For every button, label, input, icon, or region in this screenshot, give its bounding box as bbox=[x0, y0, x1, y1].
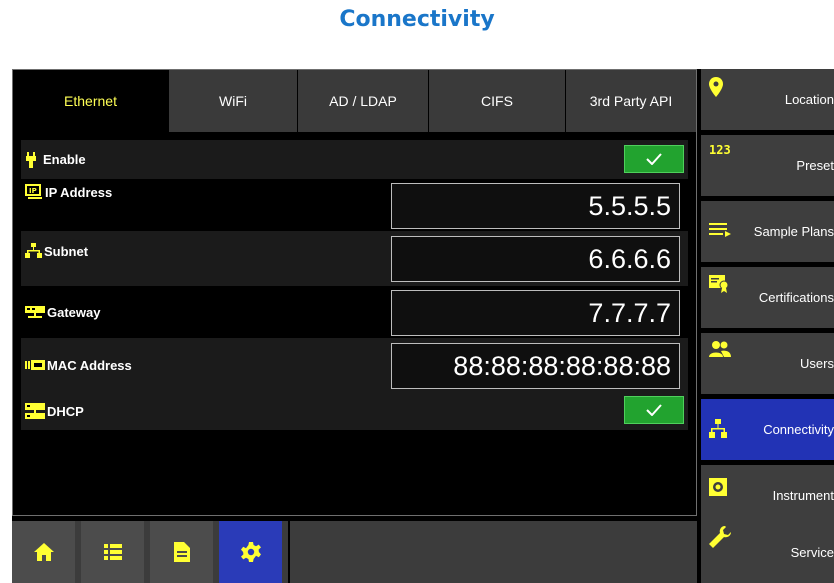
list-icon bbox=[103, 544, 122, 560]
sidebar-item-instrument[interactable]: Instrument bbox=[701, 465, 834, 526]
gateway-row: Gateway 7.7.7.7 bbox=[21, 286, 688, 338]
subnet-row: Subnet 6.6.6.6 bbox=[21, 231, 688, 286]
sidebar-item-sample-plans[interactable]: Sample Plans bbox=[701, 201, 834, 262]
tab-bar: Ethernet WiFi AD / LDAP CIFS 3rd Party A… bbox=[13, 70, 696, 132]
users-icon bbox=[709, 341, 731, 357]
enable-label: Enable bbox=[25, 140, 86, 179]
sidebar-item-label: Service bbox=[790, 545, 834, 560]
checkmark-icon bbox=[646, 404, 662, 416]
subnet-field[interactable]: 6.6.6.6 bbox=[391, 236, 680, 282]
settings-button[interactable] bbox=[219, 521, 282, 583]
gateway-label: Gateway bbox=[25, 286, 100, 338]
ip-icon: IP bbox=[25, 184, 43, 200]
sidebar-item-users[interactable]: Users bbox=[701, 333, 834, 394]
sidebar-item-connectivity[interactable]: Connectivity bbox=[701, 399, 834, 460]
sidebar-item-label: Sample Plans bbox=[753, 224, 834, 239]
home-button[interactable] bbox=[12, 521, 75, 583]
checkmark-icon bbox=[646, 153, 662, 165]
sidebar-item-label: Preset bbox=[796, 158, 834, 173]
tab-ethernet[interactable]: Ethernet bbox=[13, 70, 168, 132]
instrument-icon bbox=[709, 478, 727, 496]
subnet-label: Subnet bbox=[25, 231, 88, 271]
sidebar-item-preset[interactable]: 123 Preset bbox=[701, 135, 834, 196]
dhcp-row: DHCP bbox=[21, 392, 688, 430]
gateway-icon bbox=[25, 305, 45, 319]
sidebar-item-service[interactable]: Service bbox=[701, 522, 834, 583]
123-icon: 123 bbox=[709, 143, 731, 157]
mac-address-row: MAC Address 88:88:88:88:88:88 bbox=[21, 338, 688, 392]
tab-cifs[interactable]: CIFS bbox=[428, 70, 565, 132]
ip-address-field[interactable]: 5.5.5.5 bbox=[391, 183, 680, 229]
sidebar-item-label: Users bbox=[800, 356, 834, 371]
tab-3rd-party-api[interactable]: 3rd Party API bbox=[565, 70, 696, 132]
ip-address-row: IP IP Address 5.5.5.5 bbox=[21, 179, 688, 231]
dhcp-checkbox[interactable] bbox=[624, 396, 684, 424]
document-button[interactable] bbox=[150, 521, 213, 583]
mac-address-label: MAC Address bbox=[25, 338, 132, 392]
sidebar-item-label: Location bbox=[784, 92, 834, 107]
network-icon bbox=[709, 419, 727, 439]
list-button[interactable] bbox=[81, 521, 144, 583]
settings-sidebar: Location 123 Preset Sample Plans Certifi… bbox=[701, 69, 834, 583]
wrench-icon bbox=[709, 526, 733, 550]
dhcp-label: DHCP bbox=[25, 392, 84, 430]
ip-address-label: IP IP Address bbox=[25, 179, 112, 205]
sidebar-item-label: Instrument bbox=[772, 488, 834, 503]
list-arrow-icon bbox=[709, 223, 731, 237]
enable-row: Enable bbox=[21, 140, 688, 179]
tab-wifi[interactable]: WiFi bbox=[168, 70, 297, 132]
plug-icon bbox=[25, 151, 37, 168]
svg-text:IP: IP bbox=[29, 187, 37, 195]
mac-address-field: 88:88:88:88:88:88 bbox=[391, 343, 680, 389]
bottom-spacer bbox=[288, 521, 697, 583]
network-icon bbox=[25, 243, 42, 259]
certificate-icon bbox=[709, 275, 729, 293]
mac-icon bbox=[25, 359, 45, 371]
main-panel: Ethernet WiFi AD / LDAP CIFS 3rd Party A… bbox=[12, 69, 697, 516]
sidebar-item-certifications[interactable]: Certifications bbox=[701, 267, 834, 328]
gear-icon bbox=[240, 542, 261, 562]
location-pin-icon bbox=[709, 77, 723, 97]
sidebar-item-label: Connectivity bbox=[763, 422, 834, 437]
home-icon bbox=[33, 543, 54, 561]
sidebar-item-location[interactable]: Location bbox=[701, 69, 834, 130]
bottom-toolbar bbox=[12, 521, 697, 583]
sidebar-item-label: Certifications bbox=[758, 290, 834, 305]
enable-checkbox[interactable] bbox=[624, 145, 684, 173]
page-title: Connectivity bbox=[339, 7, 495, 32]
document-icon bbox=[173, 542, 190, 562]
gateway-field[interactable]: 7.7.7.7 bbox=[391, 290, 680, 336]
app-frame: Ethernet WiFi AD / LDAP CIFS 3rd Party A… bbox=[12, 69, 834, 583]
tab-ad-ldap[interactable]: AD / LDAP bbox=[297, 70, 428, 132]
dhcp-icon bbox=[25, 403, 45, 419]
